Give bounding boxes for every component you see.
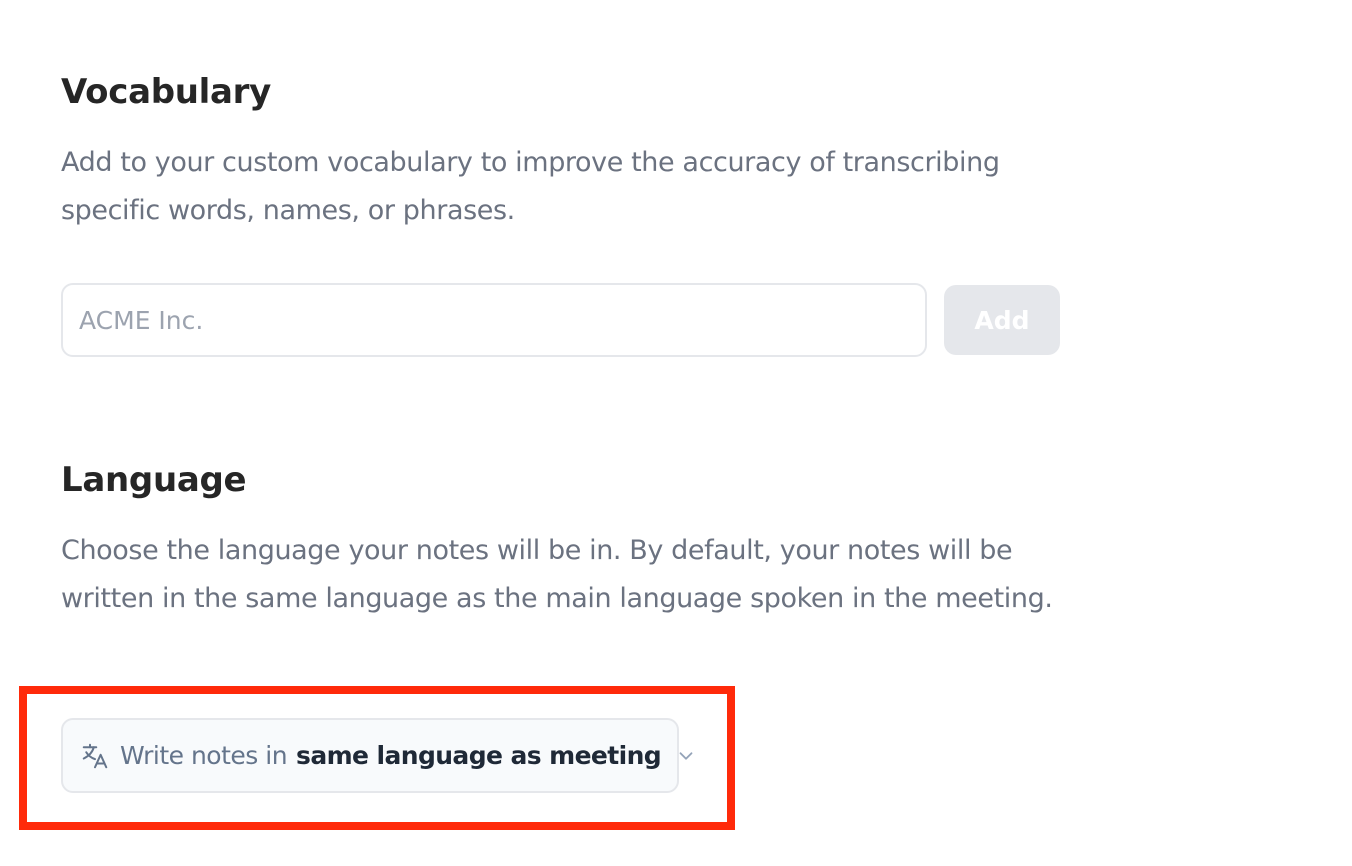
vocabulary-heading: Vocabulary — [61, 72, 271, 112]
selected-language-value: same language as meeting — [296, 741, 662, 770]
language-heading: Language — [61, 460, 247, 500]
vocabulary-description: Add to your custom vocabulary to improve… — [61, 147, 1000, 226]
language-description: Choose the language your notes will be i… — [61, 535, 1053, 614]
translate-icon — [80, 741, 110, 771]
note-language-select[interactable]: Write notes in same language as meeting — [61, 718, 693, 793]
add-vocabulary-button[interactable]: Add — [944, 285, 1060, 355]
select-prefix-label: Write notes in — [120, 741, 288, 770]
settings-page: Vocabulary Add to your custom vocabulary… — [0, 0, 1352, 866]
vocabulary-input[interactable] — [61, 283, 927, 357]
chevron-down-icon — [675, 745, 697, 767]
